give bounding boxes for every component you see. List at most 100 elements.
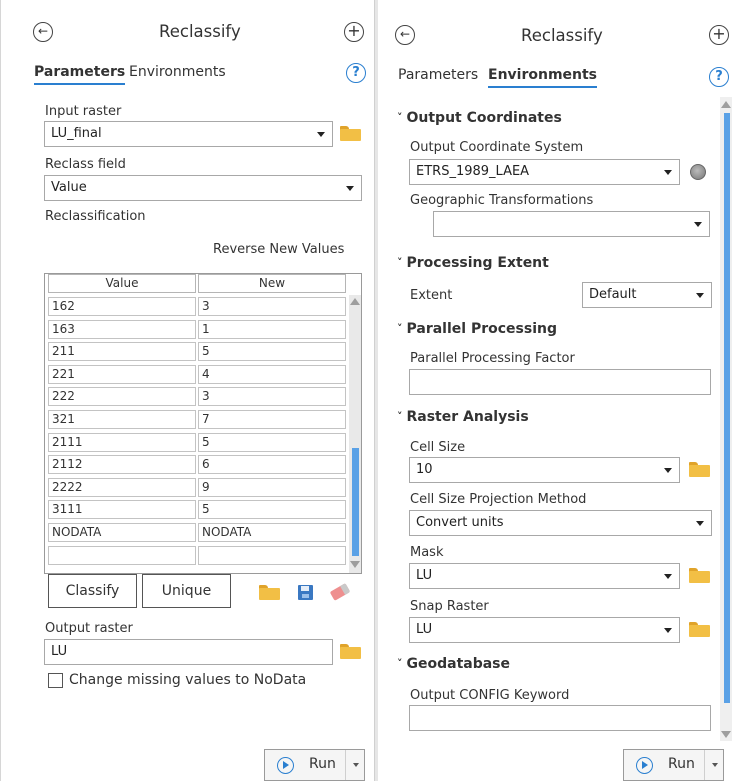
cell-value[interactable]: 211 <box>48 342 196 362</box>
extent-label: Extent <box>410 288 453 303</box>
cell-value[interactable]: 222 <box>48 387 196 407</box>
table-row[interactable]: 222 3 <box>45 387 349 407</box>
scroll-up-icon[interactable] <box>350 298 360 305</box>
cell-value[interactable]: 162 <box>48 297 196 316</box>
table-row[interactable]: 321 7 <box>45 410 349 430</box>
output-cs-value: ETRS_1989_LAEA <box>416 164 530 179</box>
tab-environments[interactable]: Environments <box>488 67 598 88</box>
back-arrow-icon[interactable]: ← <box>395 25 415 45</box>
unique-button[interactable]: Unique <box>142 574 231 608</box>
scroll-thumb[interactable] <box>724 113 730 703</box>
cell-new[interactable]: NODATA <box>198 523 346 542</box>
cell-new[interactable]: 5 <box>198 500 346 520</box>
table-row[interactable] <box>45 545 349 566</box>
tab-parameters[interactable]: Parameters <box>398 67 478 86</box>
tab-environments[interactable]: Environments <box>129 64 226 83</box>
folder-icon[interactable] <box>340 126 361 141</box>
tab-parameters[interactable]: Parameters <box>34 64 126 85</box>
save-icon[interactable] <box>298 585 313 600</box>
run-button[interactable]: Run <box>623 749 724 781</box>
run-options-chevron-icon[interactable] <box>353 763 359 767</box>
run-options-chevron-icon[interactable] <box>712 763 718 767</box>
cell-new[interactable]: 9 <box>198 477 346 497</box>
geo-transform-dropdown[interactable] <box>433 211 710 237</box>
output-cs-dropdown[interactable]: ETRS_1989_LAEA <box>409 159 680 185</box>
scroll-up-icon[interactable] <box>721 101 731 108</box>
table-row[interactable]: 2112 6 <box>45 455 349 475</box>
table-row[interactable]: 211 5 <box>45 342 349 362</box>
cell-value[interactable]: 3111 <box>48 500 196 520</box>
section-processing-extent[interactable]: ˅ Processing Extent <box>397 255 549 271</box>
snap-raster-label: Snap Raster <box>410 599 489 614</box>
cell-size-method-dropdown[interactable]: Convert units <box>409 510 712 536</box>
reverse-new-values-button[interactable]: Reverse New Values <box>213 242 344 257</box>
back-arrow-icon[interactable]: ← <box>33 22 53 42</box>
table-row[interactable]: 163 1 <box>45 319 349 340</box>
snap-raster-dropdown[interactable]: LU <box>409 617 680 643</box>
run-button[interactable]: Run <box>264 749 365 781</box>
table-row[interactable]: 2222 9 <box>45 477 349 498</box>
config-keyword-input[interactable] <box>409 705 711 731</box>
cell-new[interactable]: 3 <box>198 387 346 407</box>
cell-value[interactable] <box>48 545 196 565</box>
scroll-down-icon[interactable] <box>350 561 360 568</box>
left-tool-pane: ← Reclassify + Parameters Environments ?… <box>0 0 374 781</box>
chevron-down-icon: ˅ <box>397 657 403 670</box>
cell-size-value: 10 <box>416 462 433 477</box>
scroll-down-icon[interactable] <box>721 731 731 738</box>
environments-scrollbar[interactable] <box>720 97 732 741</box>
geo-transform-label: Geographic Transformations <box>410 193 594 208</box>
cell-new[interactable]: 7 <box>198 410 346 429</box>
cell-value[interactable]: 2222 <box>48 477 196 497</box>
cell-value[interactable]: 163 <box>48 319 196 339</box>
table-row[interactable]: NODATA NODATA <box>45 523 349 543</box>
classify-button[interactable]: Classify <box>48 574 137 608</box>
section-geodatabase[interactable]: ˅ Geodatabase <box>397 656 510 672</box>
cell-value[interactable]: NODATA <box>48 523 196 542</box>
cell-value[interactable]: 221 <box>48 364 196 384</box>
cell-new[interactable] <box>198 545 346 565</box>
cell-new[interactable]: 5 <box>198 342 346 362</box>
reclass-field-label: Reclass field <box>45 157 126 172</box>
input-raster-dropdown[interactable]: LU_final <box>44 121 333 147</box>
help-icon[interactable]: ? <box>346 63 366 83</box>
table-row[interactable]: 221 4 <box>45 364 349 385</box>
folder-icon[interactable] <box>689 462 710 477</box>
section-raster-analysis[interactable]: ˅ Raster Analysis <box>397 409 529 425</box>
reclassification-table: Value New 162 3 163 1 211 5 221 4 222 3 321 7 2111 5 2… <box>44 273 362 574</box>
cell-new[interactable]: 1 <box>198 319 346 339</box>
table-row[interactable]: 162 3 <box>45 297 349 317</box>
cell-new[interactable]: 4 <box>198 364 346 384</box>
table-row[interactable]: 3111 5 <box>45 500 349 520</box>
missing-nodata-label: Change missing values to NoData <box>69 672 307 688</box>
output-raster-input[interactable]: LU <box>44 639 333 665</box>
folder-icon[interactable] <box>259 585 280 600</box>
table-scrollbar[interactable] <box>349 295 361 573</box>
globe-icon[interactable] <box>690 164 706 180</box>
folder-icon[interactable] <box>340 644 361 659</box>
section-parallel-processing[interactable]: ˅ Parallel Processing <box>397 321 557 337</box>
cell-new[interactable]: 5 <box>198 432 346 452</box>
add-icon[interactable]: + <box>344 22 364 42</box>
extent-dropdown[interactable]: Default <box>582 282 712 308</box>
scroll-thumb[interactable] <box>352 448 359 556</box>
run-label: Run <box>668 756 695 772</box>
cell-value[interactable]: 2112 <box>48 455 196 475</box>
cell-value[interactable]: 321 <box>48 410 196 429</box>
table-row[interactable]: 2111 5 <box>45 432 349 453</box>
cell-new[interactable]: 6 <box>198 455 346 475</box>
folder-icon[interactable] <box>689 622 710 637</box>
cell-size-dropdown[interactable]: 10 <box>409 457 680 483</box>
reclass-field-dropdown[interactable]: Value <box>44 175 362 201</box>
add-icon[interactable]: + <box>709 25 729 45</box>
missing-nodata-checkbox[interactable] <box>48 673 63 688</box>
mask-dropdown[interactable]: LU <box>409 563 680 589</box>
cell-value[interactable]: 2111 <box>48 432 196 452</box>
folder-icon[interactable] <box>689 568 710 583</box>
eraser-icon[interactable] <box>329 583 351 601</box>
section-output-coordinates[interactable]: ˅ Output Coordinates <box>397 110 562 126</box>
column-header-new: New <box>198 274 346 293</box>
parallel-factor-input[interactable] <box>409 369 711 395</box>
cell-new[interactable]: 3 <box>198 297 346 316</box>
help-icon[interactable]: ? <box>709 67 729 87</box>
